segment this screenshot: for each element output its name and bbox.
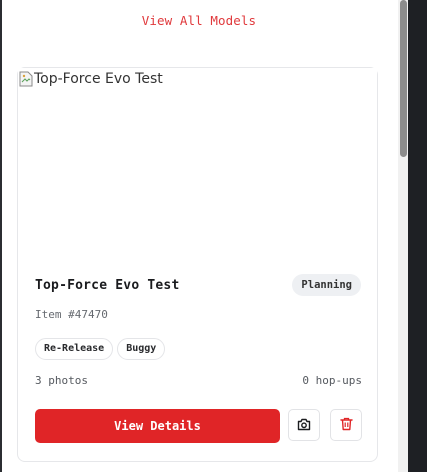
camera-icon: [297, 416, 311, 435]
model-card: Top-Force Evo Test Top-Force Evo Test Pl…: [17, 67, 378, 462]
scrollbar-thumb[interactable]: [400, 0, 407, 157]
window-edge: [0, 0, 2, 472]
delete-button[interactable]: [330, 409, 362, 441]
broken-image-icon: [19, 71, 33, 87]
view-all-models-link[interactable]: View All Models: [0, 13, 398, 28]
item-number: Item #47470: [35, 308, 108, 321]
adjacent-panel-edge: [408, 0, 427, 472]
status-badge: Planning: [292, 274, 361, 296]
hopup-count: 0 hop-ups: [302, 374, 362, 387]
add-photo-button[interactable]: [288, 409, 320, 441]
image-alt-text: Top-Force Evo Test: [34, 71, 163, 87]
photo-count: 3 photos: [35, 374, 88, 387]
tag-chip: Re-Release: [35, 338, 114, 360]
tag-chip: Buggy: [117, 338, 166, 360]
model-stats: 3 photos 0 hop-ups: [35, 374, 362, 387]
tag-list: Re-Release Buggy: [35, 338, 166, 360]
scroll-viewport: View All Models Top-Force Evo Test Top-F…: [0, 0, 398, 472]
broken-image-placeholder: Top-Force Evo Test: [19, 71, 163, 87]
model-image: Top-Force Evo Test: [18, 68, 377, 258]
model-title: Top-Force Evo Test: [35, 278, 180, 293]
trash-icon: [339, 416, 353, 435]
view-details-button[interactable]: View Details: [35, 409, 280, 443]
